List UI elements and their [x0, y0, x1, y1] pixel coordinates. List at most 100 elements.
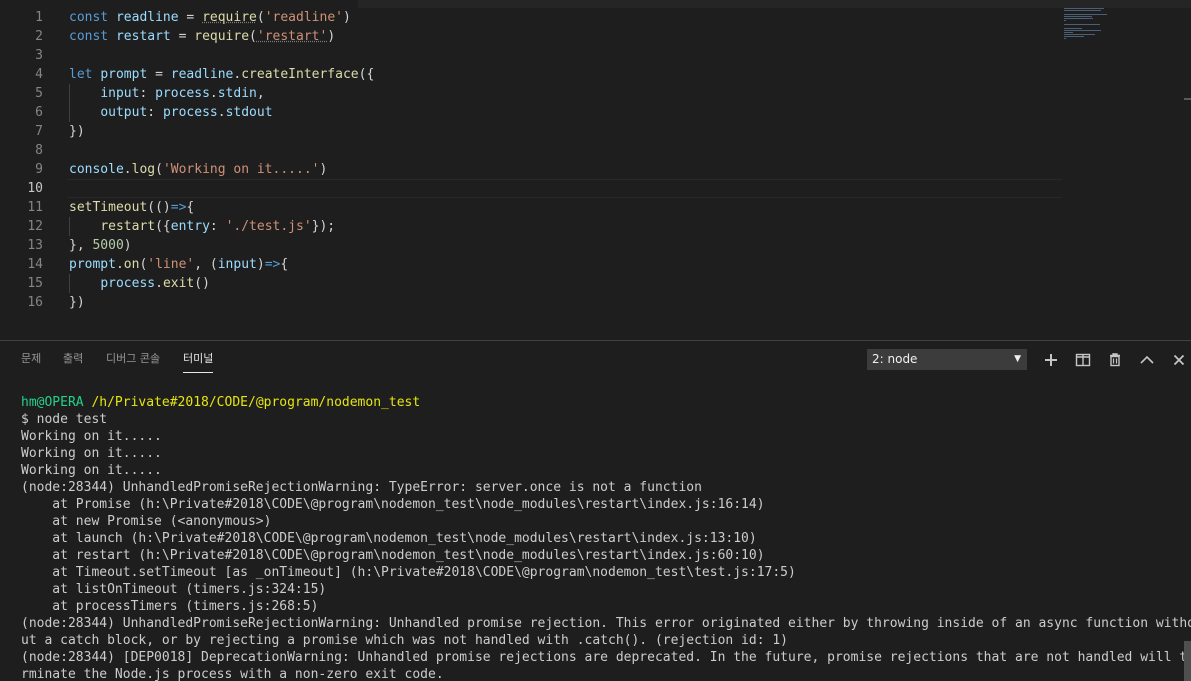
- terminal-line: Working on it.....: [21, 463, 162, 478]
- minimap-line: [1064, 8, 1104, 9]
- line-number: 2: [35, 29, 43, 44]
- trash-icon[interactable]: [1104, 349, 1126, 371]
- minimap-line: [1064, 30, 1102, 31]
- code-token: input: [217, 257, 257, 272]
- code-line[interactable]: 1 const readline = require('readline'): [0, 8, 1062, 27]
- code-line[interactable]: 8: [0, 141, 1062, 160]
- code-token: readline: [115, 10, 179, 25]
- code-line[interactable]: 2 const restart = require('restart'): [0, 27, 1062, 46]
- code-token: log: [131, 162, 156, 177]
- code-token: on: [123, 257, 140, 272]
- code-editor[interactable]: 1 const readline = require('readline') 2 co…: [0, 0, 1191, 340]
- line-number: 16: [27, 295, 43, 310]
- code-line[interactable]: 6 output: process.stdout: [0, 103, 1062, 122]
- code-line[interactable]: 10: [0, 179, 1062, 198]
- code-line[interactable]: 7}): [0, 122, 1062, 141]
- editor-scroll-indicator[interactable]: [1184, 98, 1191, 100]
- code-line[interactable]: 9 console.log('Working on it.....'): [0, 160, 1062, 179]
- minimap-line: [1064, 36, 1084, 37]
- code-token: ): [319, 162, 328, 177]
- tab-debug-console[interactable]: 디버그 콘솔: [106, 351, 160, 367]
- code-token: ): [123, 238, 132, 253]
- minimap-line: [1064, 20, 1067, 21]
- terminal-line: at listOnTimeout (timers.js:324:15): [21, 582, 327, 597]
- code-text: const restart = require('restart'): [69, 27, 335, 46]
- line-number: 11: [27, 200, 43, 215]
- line-number: 1: [35, 10, 43, 25]
- code-token: 'readline': [264, 10, 343, 25]
- code-token: =: [178, 10, 203, 25]
- minimap-line: [1064, 32, 1073, 33]
- line-number: 9: [35, 162, 43, 177]
- chevron-down-icon: ▼: [1014, 354, 1021, 364]
- code-token: },: [69, 238, 93, 253]
- terminal-line: (node:28344) UnhandledPromiseRejectionWa…: [21, 616, 1191, 631]
- code-token: , (: [194, 257, 218, 272]
- prompt-path: /h/Private#2018/CODE/@program/nodemon_te…: [91, 395, 421, 410]
- code-token: ): [342, 10, 351, 25]
- split-icon[interactable]: [1072, 349, 1094, 371]
- code-token: }): [69, 295, 85, 310]
- code-token: let: [69, 67, 101, 82]
- code-token: restart: [100, 219, 156, 234]
- minimap[interactable]: [1062, 8, 1191, 338]
- tab-strip-empty-area: [358, 0, 1191, 8]
- code-token: setTimeout: [69, 200, 148, 215]
- code-line[interactable]: 13}, 5000): [0, 236, 1062, 255]
- tab-output[interactable]: 출력: [63, 351, 83, 367]
- indent-guide: [69, 217, 70, 236]
- code-token: ({: [358, 67, 375, 82]
- code-text: restart({entry: './test.js'});: [69, 217, 335, 236]
- code-token: stdin: [217, 86, 257, 101]
- code-text: let prompt = readline.createInterface({: [69, 65, 374, 84]
- code-line[interactable]: 16}): [0, 293, 1062, 312]
- code-token: .: [217, 105, 226, 120]
- terminal-prompt: hm@OPERA /h/Private#2018/CODE/@program/n…: [21, 394, 1183, 411]
- line-number: 12: [27, 219, 43, 234]
- plus-icon[interactable]: [1040, 349, 1062, 371]
- minimap-line: [1064, 10, 1102, 11]
- code-token: 'restart': [256, 29, 328, 44]
- code-token: 5000: [92, 238, 124, 253]
- code-token: readline: [170, 67, 234, 82]
- line-number: 4: [35, 67, 43, 82]
- code-token: :: [147, 105, 163, 120]
- code-token: stdout: [225, 105, 273, 120]
- code-line[interactable]: 14 prompt.on('line', (input)=>{: [0, 255, 1062, 274]
- code-text: prompt.on('line', (input)=>{: [69, 255, 288, 274]
- line-number: 6: [35, 105, 43, 120]
- code-line[interactable]: 3: [0, 46, 1062, 65]
- code-line[interactable]: 15 process.exit(): [0, 274, 1062, 293]
- terminal-line: at processTimers (timers.js:268:5): [21, 599, 319, 614]
- code-line[interactable]: 11 setTimeout(()=>{: [0, 198, 1062, 217]
- line-number: 7: [35, 124, 43, 139]
- editor-tab-strip: [0, 0, 1191, 8]
- minimap-line: [1064, 34, 1095, 35]
- tab-terminal[interactable]: 터미널: [183, 351, 214, 373]
- chevron-up-icon[interactable]: [1136, 349, 1158, 371]
- terminal-output[interactable]: hm@OPERA /h/Private#2018/CODE/@program/n…: [21, 394, 1191, 681]
- code-token: (): [194, 276, 210, 291]
- code-token: (: [155, 162, 163, 177]
- code-text: }, 5000): [69, 236, 132, 255]
- terminal-select[interactable]: 2: node ▼: [867, 349, 1027, 370]
- code-token: prompt: [69, 257, 116, 272]
- close-icon[interactable]: [1168, 349, 1190, 371]
- code-text: setTimeout(()=>{: [69, 198, 194, 217]
- code-token: .: [209, 86, 218, 101]
- tab-problems[interactable]: 문제: [21, 351, 41, 367]
- code-token: =>: [264, 257, 281, 272]
- code-token: =: [170, 29, 195, 44]
- code-line[interactable]: 4 let prompt = readline.createInterface({: [0, 65, 1062, 84]
- terminal-line: at Timeout.setTimeout [as _onTimeout] (h…: [21, 565, 796, 580]
- terminal-line: Working on it.....: [21, 429, 162, 444]
- code-line[interactable]: 12 restart({entry: './test.js'});: [0, 217, 1062, 236]
- line-number: 5: [35, 86, 43, 101]
- code-text: output: process.stdout: [69, 103, 273, 122]
- code-lines[interactable]: 1 const readline = require('readline') 2 co…: [0, 8, 1062, 312]
- code-token: require: [202, 10, 257, 25]
- terminal-scrollbar[interactable]: [1184, 641, 1191, 681]
- code-line[interactable]: 5 input: process.stdin,: [0, 84, 1062, 103]
